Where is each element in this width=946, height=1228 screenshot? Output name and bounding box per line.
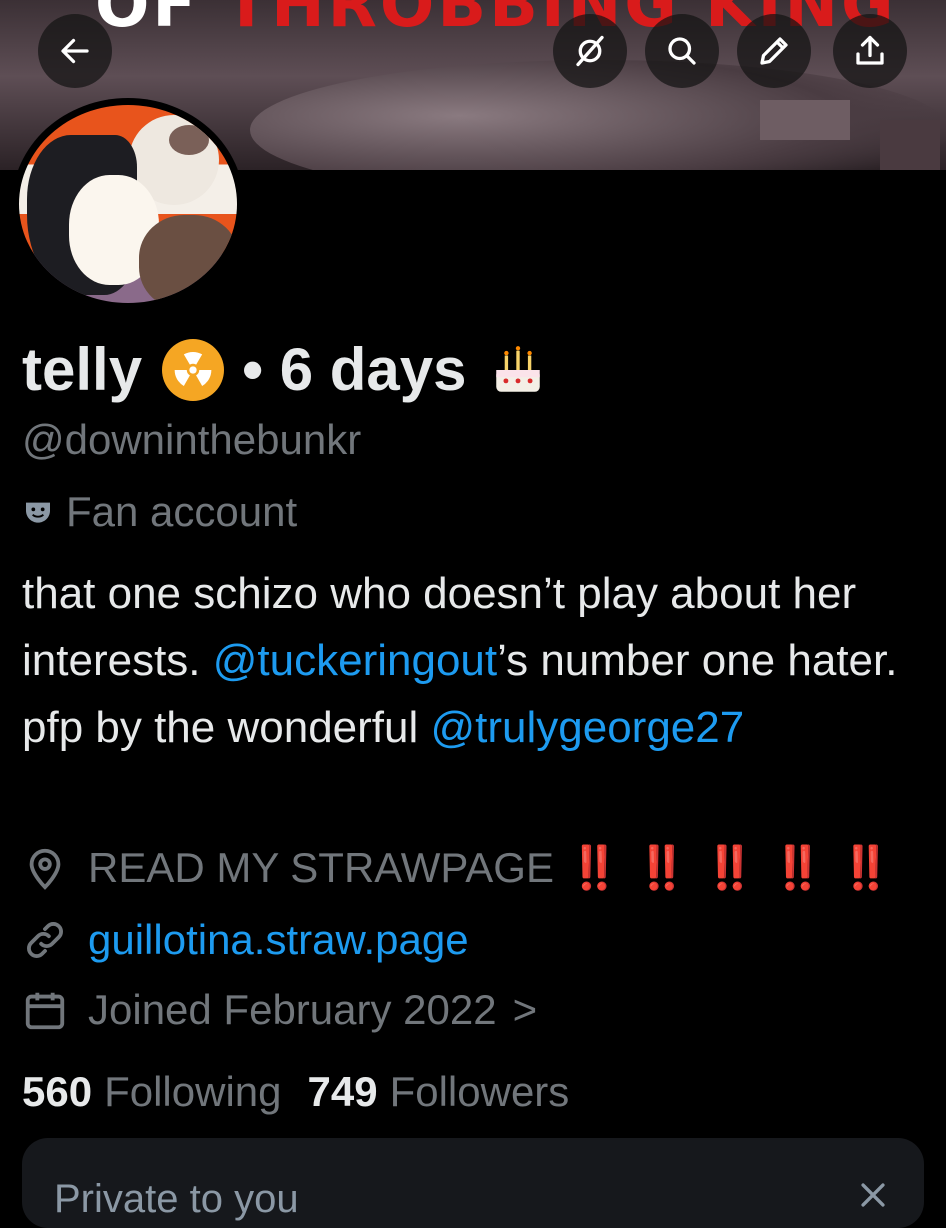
back-button[interactable] bbox=[38, 14, 112, 88]
grok-button[interactable] bbox=[553, 14, 627, 88]
close-icon[interactable] bbox=[856, 1178, 890, 1212]
following-count: 560 bbox=[22, 1068, 93, 1115]
website-link[interactable]: guillotina.straw.page bbox=[88, 912, 469, 968]
profile-category: Fan account bbox=[22, 484, 297, 540]
birthday-countdown: • 6 days bbox=[242, 336, 467, 403]
theater-mask-icon bbox=[26, 502, 50, 523]
share-icon bbox=[856, 35, 884, 65]
private-to-you-card: Private to you bbox=[22, 1138, 924, 1228]
chevron-right-icon: > bbox=[512, 986, 538, 1033]
profile-joined[interactable]: Joined February 2022 > bbox=[22, 982, 537, 1038]
followers-count: 749 bbox=[307, 1068, 378, 1115]
display-name: telly bbox=[22, 336, 143, 403]
avatar-image bbox=[19, 105, 237, 303]
bio-mention-link[interactable]: @trulygeorge27 bbox=[430, 703, 744, 752]
search-icon bbox=[668, 37, 696, 65]
location-alert-emojis: ‼️ ‼️ ‼️ ‼️ ‼️ bbox=[567, 844, 895, 891]
edit-pencil-icon bbox=[760, 37, 788, 65]
profile-stats: 560 Following 749 Followers bbox=[22, 1064, 595, 1120]
calendar-icon bbox=[25, 992, 65, 1030]
location-text: READ MY STRAWPAGE bbox=[88, 844, 554, 891]
display-name-row: telly • 6 days bbox=[22, 332, 547, 408]
following-label: Following bbox=[104, 1068, 282, 1115]
birthday-cake-emoji bbox=[495, 346, 540, 392]
grok-icon bbox=[576, 35, 604, 67]
category-label: Fan account bbox=[66, 488, 298, 535]
banner-text-white: OF bbox=[95, 0, 200, 42]
joined-date: Joined February 2022 bbox=[88, 986, 497, 1033]
followers-link[interactable]: 749 Followers bbox=[308, 1068, 596, 1115]
card-title: Private to you bbox=[54, 1177, 299, 1221]
banner-artwork-detail bbox=[760, 100, 850, 140]
bio-mention-link[interactable]: @tuckeringout bbox=[213, 636, 497, 685]
profile-location: READ MY STRAWPAGE ‼️ ‼️ ‼️ ‼️ ‼️ bbox=[22, 840, 894, 896]
user-handle: @downinthebunkr bbox=[22, 416, 362, 463]
location-pin-icon bbox=[29, 848, 61, 890]
banner-artwork-detail bbox=[880, 120, 940, 170]
share-button[interactable] bbox=[833, 14, 907, 88]
profile-bio: that one schizo who doesn’t play about h… bbox=[22, 560, 922, 761]
link-icon bbox=[27, 922, 63, 958]
followers-label: Followers bbox=[389, 1068, 570, 1115]
search-button[interactable] bbox=[645, 14, 719, 88]
avatar[interactable] bbox=[12, 98, 244, 310]
radioactive-emoji bbox=[162, 339, 225, 401]
profile-website: guillotina.straw.page bbox=[22, 912, 469, 968]
edit-button[interactable] bbox=[737, 14, 811, 88]
back-arrow-icon bbox=[61, 38, 89, 64]
following-link[interactable]: 560 Following bbox=[22, 1068, 308, 1115]
